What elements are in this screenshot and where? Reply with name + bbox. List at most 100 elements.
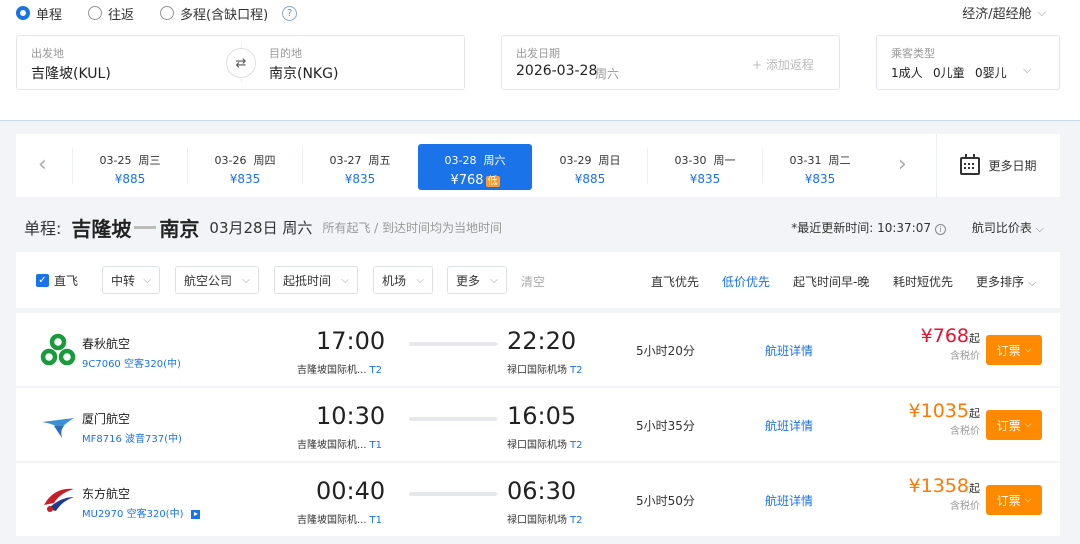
arrival-time: 06:30 (507, 477, 577, 505)
filter-transfer[interactable]: 中转 ⌵ (102, 266, 160, 294)
flight-detail-link[interactable]: 航班详情 (765, 342, 813, 359)
departure-time: 10:30 (316, 402, 386, 430)
date-price: ¥835 (804, 172, 836, 186)
passenger-field[interactable]: 乘客类型 1成人 0儿童 0婴儿 ⌵ (876, 35, 1060, 90)
sort-more[interactable]: 更多排序 ⌵ (976, 273, 1036, 290)
flight-row[interactable]: 东方航空 MU2970 空客320(中) 00:40 吉隆坡国际机... T1 06:30… (16, 463, 1060, 536)
arrival-airport: 禄口国际机场 T2 (507, 440, 583, 451)
airline-logo-icon (40, 408, 76, 442)
date-option[interactable]: 03-28 周六 ¥768 低 (418, 144, 532, 190)
swap-icon: ⇄ (235, 55, 247, 71)
prev-dates-button[interactable]: ‹ (38, 152, 47, 177)
flight-price: ¥1035起 含税价 (908, 400, 980, 437)
trip-type-roundtrip[interactable]: 往返 (88, 4, 134, 23)
date-price: ¥835 (689, 172, 721, 186)
next-dates-button[interactable]: › (898, 152, 907, 177)
trip-type-oneway[interactable]: 单程 (16, 4, 62, 23)
airline-logo-icon (40, 333, 76, 367)
airline-name: 春秋航空 (82, 337, 131, 351)
book-button[interactable]: 订票 ⌵ (986, 485, 1042, 515)
trip-type-group: 单程 往返 多程(含缺口程) ? (16, 4, 298, 23)
date-option[interactable]: 03-27 周五 ¥835 (303, 144, 417, 190)
filter-time[interactable]: 起抵时间 ⌵ (274, 266, 358, 294)
chevron-down-icon: ⌵ (1027, 276, 1037, 289)
flight-line-icon (409, 492, 499, 496)
filter-bar: ✓ 直飞 中转 ⌵ 航空公司 ⌵ 起抵时间 ⌵ 机场 ⌵ 更多 ⌵ 清空 直飞优先 低价优先… (16, 252, 1060, 308)
search-panel: 单程 往返 多程(含缺口程) ? 经济/超经舱 ⌵ 出发地 吉隆坡(KUL) 目的… (0, 0, 1080, 121)
clear-filters-button[interactable]: 清空 (521, 273, 545, 290)
departure-time: 00:40 (316, 477, 386, 505)
flight-number: MU2970 空客320(中) (82, 505, 201, 520)
date-field[interactable]: 出发日期 2026-03-28 周六 + 添加返程 (501, 35, 840, 90)
flight-line-icon (409, 342, 499, 346)
chevron-down-icon: ⌵ (1024, 495, 1032, 505)
departure-time: 17:00 (316, 327, 386, 355)
date-option[interactable]: 03-31 周二 ¥835 (763, 144, 877, 190)
airline-compare-button[interactable]: 航司比价表 ⌵ (972, 219, 1044, 236)
to-field[interactable]: 目的地 南京(NKG) (257, 36, 465, 89)
date-strip: ‹ 03-25 周三 ¥885 03-26 周四 ¥835 03-27 周五 ¥835 03… (16, 134, 1060, 197)
arrival-time: 22:20 (507, 327, 577, 355)
chevron-down-icon: ⌵ (1024, 420, 1032, 430)
chevron-down-icon: ⌵ (1023, 63, 1032, 76)
last-updated: *最近更新时间: 10:37:07 i (791, 219, 946, 236)
sort-shortest-duration[interactable]: 耗时短优先 (893, 273, 953, 290)
sort-lowest-price[interactable]: 低价优先 (722, 273, 770, 290)
book-button[interactable]: 订票 ⌵ (986, 410, 1042, 440)
route-arrow-icon (134, 225, 157, 229)
airline-name: 东方航空 (82, 487, 131, 501)
arrival-airport: 禄口国际机场 T2 (507, 515, 583, 526)
filter-airport[interactable]: 机场 ⌵ (373, 266, 433, 294)
date-price: ¥768 (450, 173, 484, 188)
arrival-airport: 禄口国际机场 T2 (507, 365, 583, 376)
flight-detail-link[interactable]: 航班详情 (765, 492, 813, 509)
flight-detail-link[interactable]: 航班详情 (765, 417, 813, 434)
sort-departure-time[interactable]: 起飞时间早-晚 (793, 273, 869, 290)
date-price: ¥885 (574, 172, 606, 186)
chevron-down-icon: ⌵ (242, 274, 250, 286)
chevron-left-icon: ‹ (38, 152, 47, 177)
flight-price: ¥768起 含税价 (920, 325, 980, 362)
chevron-down-icon: ⌵ (1024, 345, 1032, 355)
date-option[interactable]: 03-26 周四 ¥835 (188, 144, 302, 190)
help-icon[interactable]: ? (282, 5, 298, 21)
departure-airport: 吉隆坡国际机... T1 (297, 440, 383, 451)
flight-row[interactable]: 厦门航空 MF8716 波音737(中) 10:30 吉隆坡国际机... T1 16:05… (16, 388, 1060, 461)
route-summary: 单程: 吉隆坡 南京 03月28日 周六 所有起飞 / 到达时间均为当地时间 *… (24, 211, 1044, 243)
video-icon[interactable] (191, 509, 201, 519)
more-dates-button[interactable]: 更多日期 (936, 134, 1060, 197)
check-icon: ✓ (36, 274, 49, 287)
info-icon[interactable]: i (935, 223, 946, 235)
flight-line-icon (409, 417, 499, 421)
lowest-price-badge: 低 (485, 176, 500, 187)
chevron-down-icon: ⌵ (416, 274, 424, 286)
sort-direct-first[interactable]: 直飞优先 (651, 273, 699, 290)
book-button[interactable]: 订票 ⌵ (986, 335, 1042, 365)
flight-row[interactable]: 春秋航空 9C7060 空客320(中) 17:00 吉隆坡国际机... T2 22:20… (16, 313, 1060, 386)
departure-airport: 吉隆坡国际机... T2 (297, 365, 383, 376)
chevron-right-icon: › (898, 152, 907, 177)
calendar-icon (960, 153, 981, 175)
swap-cities-button[interactable]: ⇄ (226, 48, 256, 78)
date-option[interactable]: 03-30 周一 ¥835 (648, 144, 762, 190)
date-price: ¥835 (344, 172, 376, 186)
trip-type-multi[interactable]: 多程(含缺口程) (160, 4, 268, 23)
from-field[interactable]: 出发地 吉隆坡(KUL) (17, 36, 241, 89)
filter-more[interactable]: 更多 ⌵ (447, 266, 507, 294)
direct-only-checkbox[interactable]: ✓ 直飞 (36, 272, 78, 289)
date-price: ¥835 (229, 172, 261, 186)
add-return-button[interactable]: + 添加返程 (752, 56, 814, 73)
flight-duration: 5小时20分 (636, 344, 695, 358)
airline-name: 厦门航空 (82, 412, 131, 426)
arrival-time: 16:05 (507, 402, 577, 430)
chevron-down-icon: ⌵ (1037, 5, 1046, 19)
date-option[interactable]: 03-29 周日 ¥885 (533, 144, 647, 190)
local-time-note: 所有起飞 / 到达时间均为当地时间 (322, 220, 503, 235)
flight-duration: 5小时35分 (636, 419, 695, 433)
radio-icon (88, 6, 103, 20)
filter-airline[interactable]: 航空公司 ⌵ (175, 266, 259, 294)
chevron-down-icon: ⌵ (341, 274, 349, 286)
cabin-select[interactable]: 经济/超经舱 ⌵ (962, 3, 1046, 23)
date-option[interactable]: 03-25 周三 ¥885 (73, 144, 187, 190)
chevron-down-icon: ⌵ (143, 274, 151, 286)
